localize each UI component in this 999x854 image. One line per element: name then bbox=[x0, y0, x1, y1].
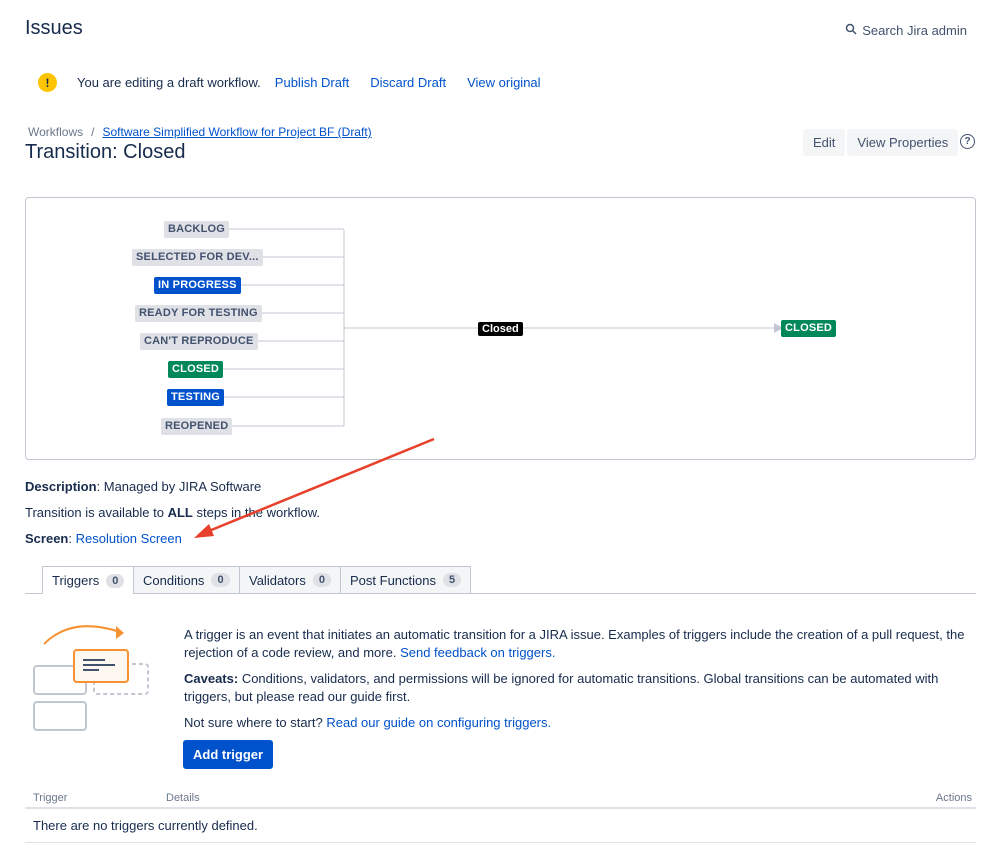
search-jira-admin-link[interactable]: Search Jira admin bbox=[845, 23, 967, 38]
empty-triggers-row: There are no triggers currently defined. bbox=[25, 809, 976, 843]
status-testing[interactable]: TESTING bbox=[167, 389, 225, 406]
transition-title: Transition: Closed bbox=[25, 141, 186, 163]
help-icon[interactable]: ? bbox=[960, 134, 975, 149]
screen-separator: : bbox=[68, 531, 76, 546]
column-header-trigger: Trigger bbox=[33, 792, 68, 804]
tab-post-functions-count: 5 bbox=[443, 573, 462, 587]
tab-post-functions[interactable]: Post Functions 5 bbox=[340, 566, 472, 593]
breadcrumb: Workflows / Software Simplified Workflow… bbox=[28, 125, 372, 139]
search-jira-admin-label: Search Jira admin bbox=[862, 23, 967, 38]
tab-validators-count: 0 bbox=[312, 573, 331, 587]
annotation-arrow bbox=[194, 437, 435, 538]
screen-line: Screen: Resolution Screen bbox=[25, 531, 182, 546]
caveats-paragraph: Caveats: Conditions, validators, and per… bbox=[184, 670, 974, 706]
trigger-intro-text: A trigger is an event that initiates an … bbox=[184, 627, 965, 660]
publish-draft-link[interactable]: Publish Draft bbox=[275, 75, 349, 90]
header-actions: Edit View Properties bbox=[803, 129, 959, 156]
status-cant-reproduce[interactable]: CAN'T REPRODUCE bbox=[140, 333, 258, 350]
feedback-link[interactable]: Send feedback on triggers. bbox=[400, 645, 555, 660]
tab-triggers-label: Triggers bbox=[52, 573, 100, 588]
screen-label: Screen bbox=[25, 531, 69, 546]
tab-post-functions-label: Post Functions bbox=[350, 572, 436, 588]
screen-link[interactable]: Resolution Screen bbox=[76, 531, 182, 546]
description-label: Description bbox=[25, 479, 97, 494]
workflow-diagram: BACKLOG SELECTED FOR DEV... IN PROGRESS … bbox=[25, 197, 976, 460]
breadcrumb-separator: / bbox=[91, 125, 95, 139]
tab-conditions-label: Conditions bbox=[143, 572, 205, 588]
column-header-actions: Actions bbox=[935, 792, 972, 804]
draft-workflow-banner: ! You are editing a draft workflow. Publ… bbox=[38, 73, 562, 92]
edit-button[interactable]: Edit bbox=[803, 129, 846, 156]
status-in-progress[interactable]: IN PROGRESS bbox=[154, 277, 241, 294]
trigger-intro-paragraph: A trigger is an event that initiates an … bbox=[184, 626, 974, 662]
caveats-label: Caveats: bbox=[184, 671, 239, 686]
status-closed-source[interactable]: CLOSED bbox=[168, 361, 224, 378]
view-properties-button[interactable]: View Properties bbox=[847, 129, 959, 156]
transition-label[interactable]: Closed bbox=[478, 322, 523, 336]
transition-tabs: Triggers 0 Conditions 0 Validators 0 Pos… bbox=[25, 566, 976, 594]
tab-triggers-count: 0 bbox=[106, 573, 125, 588]
trigger-illustration-icon bbox=[33, 625, 149, 731]
guide-link[interactable]: Read our guide on configuring triggers. bbox=[326, 715, 551, 730]
breadcrumb-workflow-link[interactable]: Software Simplified Workflow for Project… bbox=[102, 125, 371, 139]
status-ready-for-testing[interactable]: READY FOR TESTING bbox=[135, 305, 262, 322]
warning-icon: ! bbox=[38, 73, 57, 92]
column-header-details: Details bbox=[166, 792, 200, 804]
add-trigger-button[interactable]: Add trigger bbox=[183, 740, 274, 769]
tab-validators-label: Validators bbox=[249, 572, 306, 588]
trigger-table-header: Trigger Details Actions bbox=[25, 789, 976, 809]
trigger-description: A trigger is an event that initiates an … bbox=[184, 626, 974, 740]
tab-conditions-count: 0 bbox=[211, 573, 230, 587]
status-closed-target[interactable]: CLOSED bbox=[781, 320, 837, 337]
tab-validators[interactable]: Validators 0 bbox=[239, 566, 341, 593]
search-icon bbox=[845, 23, 857, 38]
discard-draft-link[interactable]: Discard Draft bbox=[370, 75, 446, 90]
status-reopened[interactable]: REOPENED bbox=[161, 418, 233, 435]
caveats-text: Conditions, validators, and permissions … bbox=[184, 671, 939, 704]
tab-triggers[interactable]: Triggers 0 bbox=[42, 566, 135, 594]
breadcrumb-workflows[interactable]: Workflows bbox=[28, 125, 83, 139]
guide-paragraph: Not sure where to start? Read our guide … bbox=[184, 714, 974, 732]
trigger-table: Trigger Details Actions There are no tri… bbox=[25, 789, 976, 843]
empty-triggers-message: There are no triggers currently defined. bbox=[33, 818, 258, 833]
status-backlog[interactable]: BACKLOG bbox=[164, 221, 230, 238]
draft-message: You are editing a draft workflow. bbox=[77, 75, 261, 90]
view-original-link[interactable]: View original bbox=[467, 75, 540, 90]
availability-prefix: Transition is available to bbox=[25, 505, 168, 520]
not-sure-text: Not sure where to start? bbox=[184, 715, 323, 730]
page-title: Issues bbox=[25, 17, 83, 39]
tab-conditions[interactable]: Conditions 0 bbox=[133, 566, 240, 593]
status-selected-for-dev[interactable]: SELECTED FOR DEV... bbox=[132, 249, 263, 266]
